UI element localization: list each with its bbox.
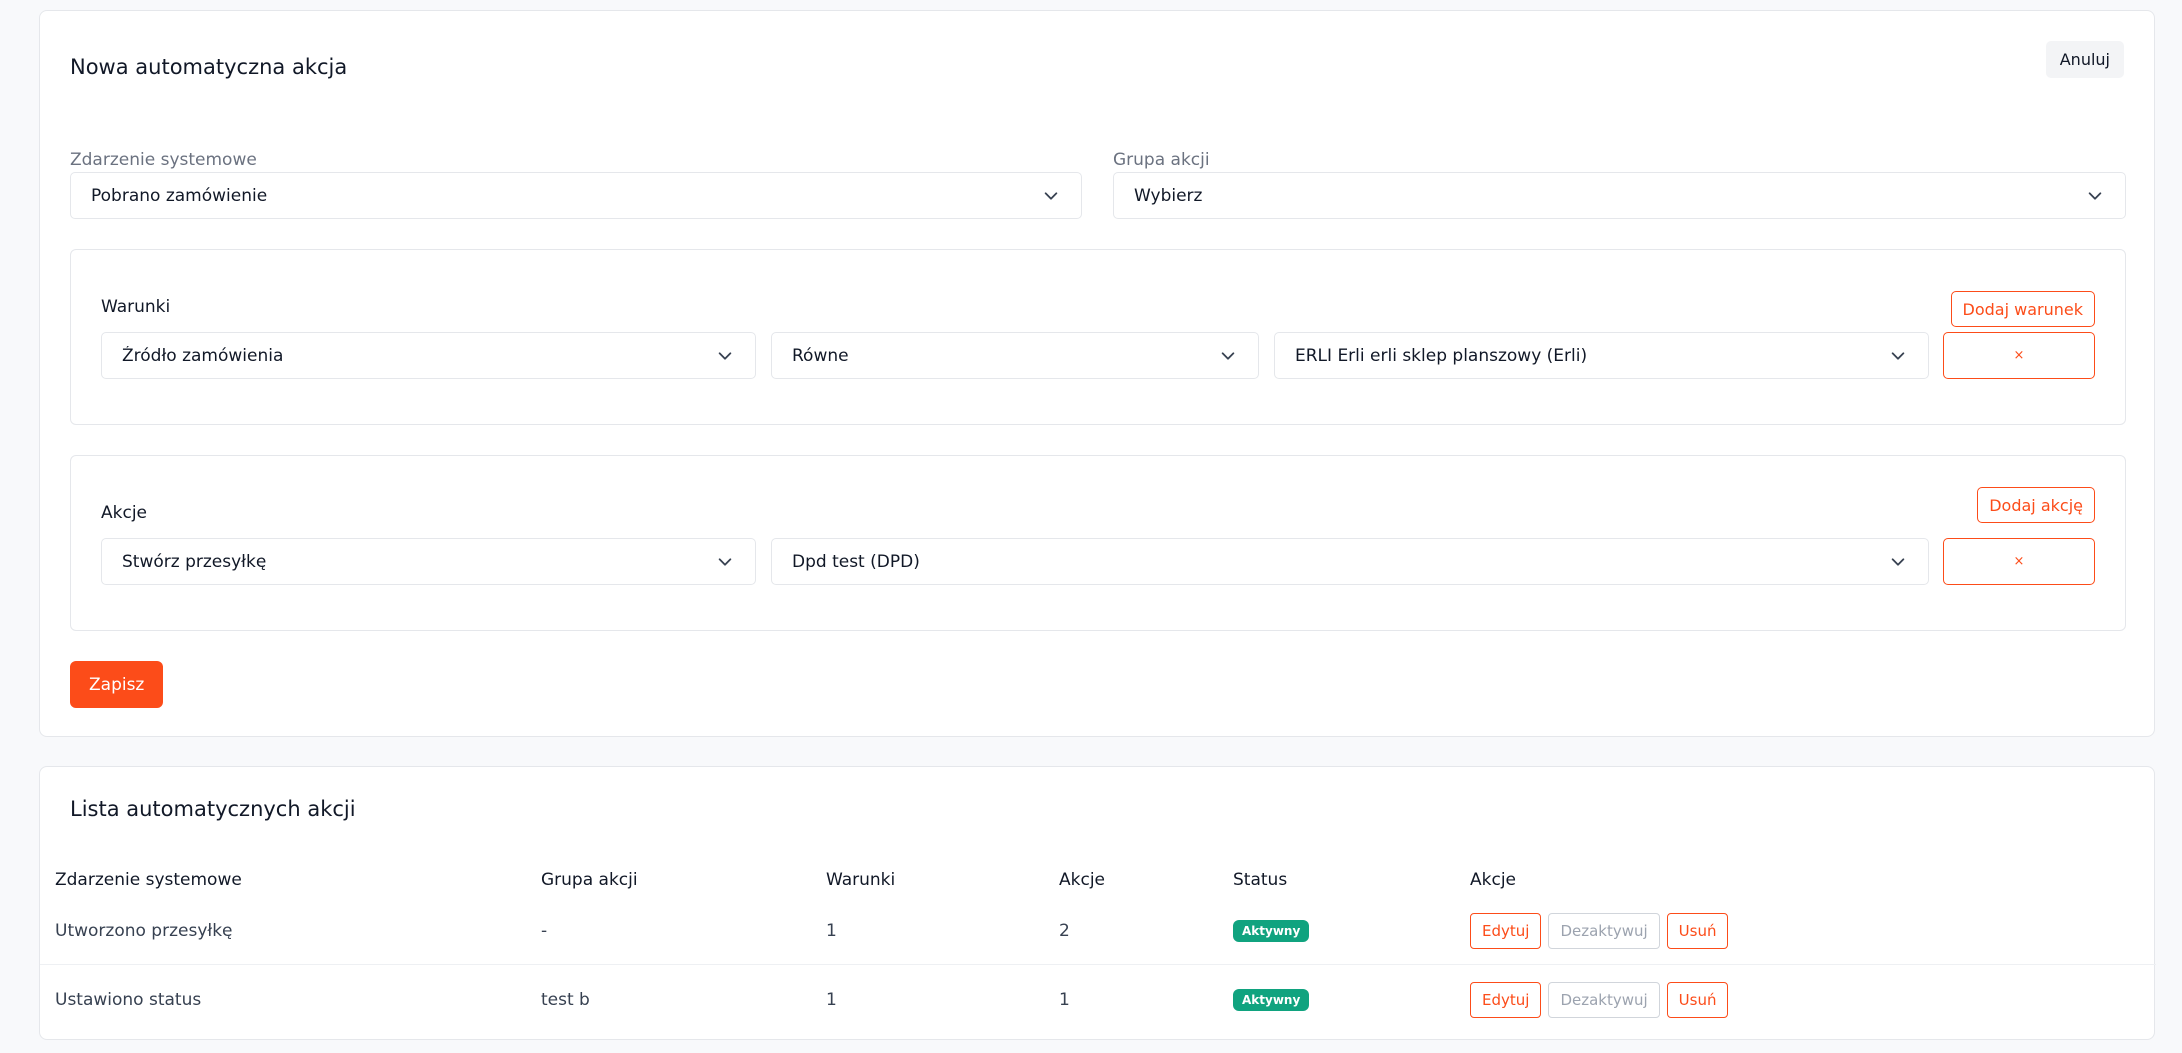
add-condition-button[interactable]: Dodaj warunek <box>1950 291 2095 327</box>
row-event: Utworzono przesyłkę <box>55 920 233 941</box>
system-event-value: Pobrano zamówienie <box>91 185 268 206</box>
deactivate-button[interactable]: Dezaktywuj <box>1548 912 1660 949</box>
edit-button[interactable]: Edytuj <box>1470 982 1542 1018</box>
action-group-label: Grupa akcji <box>1113 150 1210 170</box>
column-header-actions-count: Akcje <box>1059 870 1106 890</box>
actions-section: Akcje Dodaj akcję Stwórz przesyłkę Dpd t… <box>70 455 2126 631</box>
condition-value-select[interactable]: ERLI Erli erli sklep planszowy (Erli) <box>1274 332 1929 379</box>
add-action-button[interactable]: Dodaj akcję <box>1977 487 2095 523</box>
row-group: - <box>541 920 548 941</box>
action-group-value: Wybierz <box>1134 185 1203 206</box>
row-actions-count: 1 <box>1059 990 1070 1010</box>
list-title: Lista automatycznych akcji <box>70 797 356 821</box>
remove-condition-button[interactable]: × <box>1943 332 2095 379</box>
condition-value-value: ERLI Erli erli sklep planszowy (Erli) <box>1295 345 1588 366</box>
table-header: Zdarzenie systemowe Grupa akcji Warunki … <box>40 867 2156 893</box>
column-header-system-event: Zdarzenie systemowe <box>55 870 242 890</box>
action-type-select[interactable]: Stwórz przesyłkę <box>101 538 756 585</box>
condition-operator-select[interactable]: Równe <box>771 332 1259 379</box>
column-header-status: Status <box>1233 870 1288 890</box>
table-row: Ustawiono status test b 1 1 Aktywny Edyt… <box>40 966 2156 1034</box>
action-target-value: Dpd test (DPD) <box>792 551 920 572</box>
chevron-down-icon <box>1041 186 1061 206</box>
chevron-down-icon <box>2085 186 2105 206</box>
conditions-title: Warunki <box>101 297 171 317</box>
row-actions-count: 2 <box>1059 920 1070 941</box>
system-event-select[interactable]: Pobrano zamówienie <box>70 172 1082 219</box>
cancel-button[interactable]: Anuluj <box>2045 41 2124 78</box>
action-group-select[interactable]: Wybierz <box>1113 172 2126 219</box>
status-badge: Aktywny <box>1233 919 1310 942</box>
new-automatic-action-card: Nowa automatyczna akcja Anuluj Zdarzenie… <box>39 10 2155 737</box>
conditions-section: Warunki Dodaj warunek Źródło zamówienia … <box>70 249 2126 425</box>
remove-action-button[interactable]: × <box>1943 538 2095 585</box>
chevron-down-icon <box>715 552 735 572</box>
row-status-cell: Aktywny <box>1233 897 1310 964</box>
save-button[interactable]: Zapisz <box>70 661 164 708</box>
edit-button[interactable]: Edytuj <box>1470 912 1542 949</box>
chevron-down-icon <box>1218 346 1238 366</box>
action-type-value: Stwórz przesyłkę <box>122 551 267 572</box>
condition-field-select[interactable]: Źródło zamówienia <box>101 332 756 379</box>
delete-button[interactable]: Usuń <box>1666 982 1729 1018</box>
delete-button[interactable]: Usuń <box>1666 912 1729 949</box>
status-badge: Aktywny <box>1233 989 1310 1011</box>
condition-field-value: Źródło zamówienia <box>122 345 284 366</box>
row-status-cell: Aktywny <box>1233 966 1310 1034</box>
column-header-conditions: Warunki <box>826 870 896 890</box>
column-header-row-actions: Akcje <box>1470 870 1517 890</box>
automatic-actions-list-card: Lista automatycznych akcji Zdarzenie sys… <box>39 766 2156 1040</box>
row-conditions: 1 <box>826 920 837 941</box>
row-event: Ustawiono status <box>55 990 202 1010</box>
chevron-down-icon <box>1888 552 1908 572</box>
system-event-label: Zdarzenie systemowe <box>70 150 257 170</box>
actions-title: Akcje <box>101 503 148 523</box>
table-row: Utworzono przesyłkę - 1 2 Aktywny Edytuj… <box>40 897 2156 965</box>
column-header-action-group: Grupa akcji <box>541 870 638 890</box>
row-conditions: 1 <box>826 990 837 1010</box>
chevron-down-icon <box>1888 346 1908 366</box>
deactivate-button[interactable]: Dezaktywuj <box>1548 982 1660 1018</box>
action-target-select[interactable]: Dpd test (DPD) <box>771 538 1929 585</box>
form-title: Nowa automatyczna akcja <box>70 55 348 79</box>
condition-operator-value: Równe <box>792 345 849 366</box>
chevron-down-icon <box>715 346 735 366</box>
row-actions-cell: Edytuj Dezaktywuj Usuń <box>1470 897 1735 964</box>
row-group: test b <box>541 990 590 1010</box>
row-actions-cell: Edytuj Dezaktywuj Usuń <box>1470 966 1735 1034</box>
